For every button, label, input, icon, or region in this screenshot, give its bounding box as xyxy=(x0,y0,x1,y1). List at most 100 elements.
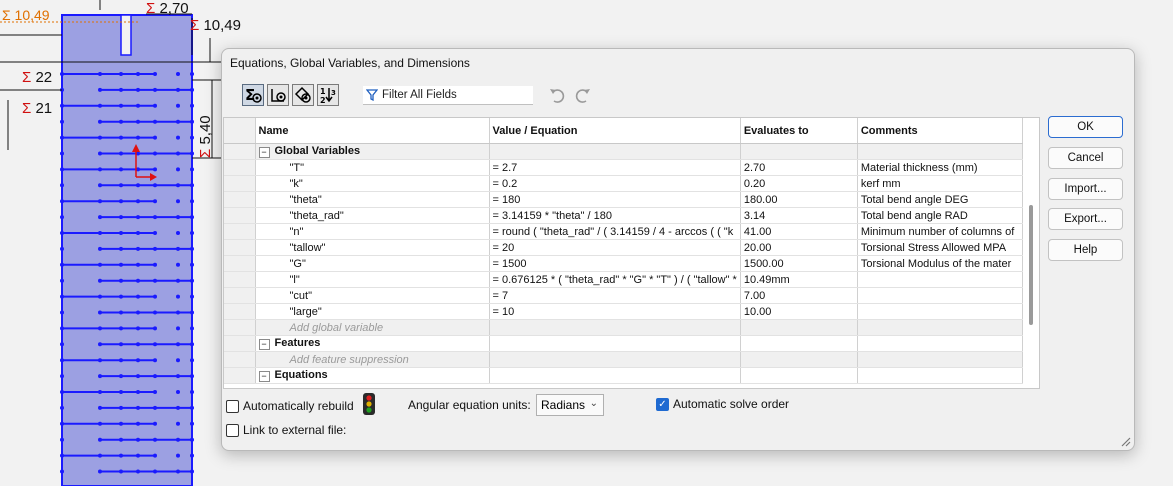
var-name[interactable]: "theta_rad" xyxy=(255,207,490,224)
table-row[interactable]: "T" = 2.7 2.70 Material thickness (mm) xyxy=(224,159,1023,176)
redo-icon[interactable] xyxy=(574,86,592,104)
cad-node xyxy=(98,358,102,363)
cad-node xyxy=(190,183,194,188)
auto-solve-checkbox[interactable]: ✓ Automatic solve order xyxy=(656,397,789,411)
equations-table[interactable]: Name Value / Equation Evaluates to Comme… xyxy=(223,117,1040,389)
row-selector[interactable] xyxy=(224,271,256,288)
cad-node xyxy=(153,310,157,315)
group-features[interactable]: − Features xyxy=(224,335,1023,352)
var-equation[interactable]: = 0.2 xyxy=(489,175,741,192)
table-row[interactable]: "n" = round ( "theta_rad" / ( 3.14159 / 4… xyxy=(224,223,1023,240)
cad-node xyxy=(176,87,180,92)
export-button[interactable]: Export... xyxy=(1048,208,1123,230)
cad-node xyxy=(190,119,194,124)
cad-node xyxy=(136,278,140,283)
scrollbar[interactable] xyxy=(1029,205,1033,325)
var-equation[interactable]: = 20 xyxy=(489,239,741,256)
add-global-variable[interactable]: Add global variable xyxy=(255,319,490,336)
var-equation[interactable]: = round ( "theta_rad" / ( 3.14159 / 4 - … xyxy=(489,223,741,240)
cancel-button[interactable]: Cancel xyxy=(1048,147,1123,169)
row-selector[interactable] xyxy=(224,191,256,208)
var-comment[interactable]: Torsional Stress Allowed MPA xyxy=(857,239,1023,256)
cad-node xyxy=(98,183,102,188)
sketch-equation-view-icon xyxy=(271,89,286,102)
cad-node xyxy=(119,358,123,363)
filter-field[interactable]: Filter All Fields xyxy=(363,86,533,105)
checkbox-box[interactable] xyxy=(226,423,239,437)
var-comment[interactable]: Total bend angle DEG xyxy=(857,191,1023,208)
traffic-light-icon[interactable] xyxy=(360,392,378,416)
col-comments[interactable]: Comments xyxy=(857,118,1023,144)
table-row[interactable]: "theta_rad" = 3.14159 * "theta" / 180 3.14… xyxy=(224,207,1023,224)
row-selector[interactable] xyxy=(224,175,256,192)
var-equation[interactable]: = 180 xyxy=(489,191,741,208)
var-name[interactable]: "cut" xyxy=(255,287,490,304)
dialog-title: Equations, Global Variables, and Dimensi… xyxy=(230,56,470,70)
var-comment[interactable] xyxy=(857,303,1023,320)
table-row[interactable]: "cut" = 7 7.00 xyxy=(224,287,1023,304)
cad-node xyxy=(60,262,64,267)
link-external-checkbox[interactable]: Link to external file: xyxy=(226,423,346,437)
undo-icon[interactable] xyxy=(548,86,566,104)
var-equation[interactable]: = 0.676125 * ( "theta_rad" * "G" * "T" )… xyxy=(489,271,741,288)
table-row[interactable]: "k" = 0.2 0.20 kerf mm xyxy=(224,175,1023,192)
table-row[interactable]: "theta" = 180 180.00 Total bend angle DEG xyxy=(224,191,1023,208)
add-feature-suppression[interactable]: Add feature suppression xyxy=(255,351,490,368)
var-name[interactable]: "large" xyxy=(255,303,490,320)
import-button[interactable]: Import... xyxy=(1048,178,1123,200)
row-selector[interactable] xyxy=(224,223,256,240)
var-comment[interactable]: kerf mm xyxy=(857,175,1023,192)
var-equation[interactable]: = 2.7 xyxy=(489,159,741,176)
row-selector[interactable] xyxy=(224,159,256,176)
var-equation[interactable]: = 10 xyxy=(489,303,741,320)
ok-button[interactable]: OK xyxy=(1048,116,1123,138)
var-comment[interactable]: Torsional Modulus of the mater xyxy=(857,255,1023,272)
col-value-equation[interactable]: Value / Equation xyxy=(489,118,741,144)
group-global-variables[interactable]: − Global Variables xyxy=(224,143,1023,160)
cad-node xyxy=(153,390,157,394)
row-selector[interactable] xyxy=(224,207,256,224)
equation-view-button[interactable]: Σ xyxy=(242,84,264,106)
sketch-equation-view-button[interactable] xyxy=(267,84,289,106)
var-comment[interactable]: Minimum number of columns of xyxy=(857,223,1023,240)
var-equation[interactable]: = 1500 xyxy=(489,255,741,272)
var-name[interactable]: "G" xyxy=(255,255,490,272)
resize-grip-icon[interactable] xyxy=(1119,435,1131,447)
var-name[interactable]: "theta" xyxy=(255,191,490,208)
row-selector[interactable] xyxy=(224,239,256,256)
angular-units-select[interactable]: Radians ⌄ xyxy=(536,394,604,416)
add-feature-row[interactable]: Add feature suppression xyxy=(224,351,1023,368)
checkbox-checked[interactable]: ✓ xyxy=(656,397,669,411)
help-button[interactable]: Help xyxy=(1048,239,1123,261)
ordered-view-button[interactable]: 123 xyxy=(317,84,339,106)
row-selector[interactable] xyxy=(224,255,256,272)
add-global-row[interactable]: Add global variable xyxy=(224,319,1023,336)
col-name[interactable]: Name xyxy=(255,118,490,144)
dimension-view-button[interactable] xyxy=(292,84,314,106)
row-selector[interactable] xyxy=(224,287,256,304)
row-selector[interactable] xyxy=(224,303,256,320)
var-name[interactable]: "k" xyxy=(255,175,490,192)
collapse-icon[interactable]: − xyxy=(258,371,270,382)
group-equations[interactable]: − Equations xyxy=(224,367,1023,384)
var-name[interactable]: "n" xyxy=(255,223,490,240)
table-row[interactable]: "large" = 10 10.00 xyxy=(224,303,1023,320)
table-row[interactable]: "G" = 1500 1500.00 Torsional Modulus of the… xyxy=(224,255,1023,272)
var-name[interactable]: "tallow" xyxy=(255,239,490,256)
var-name[interactable]: "T" xyxy=(255,159,490,176)
cad-node xyxy=(98,151,102,156)
collapse-icon[interactable]: − xyxy=(258,147,270,158)
var-comment[interactable]: Total bend angle RAD xyxy=(857,207,1023,224)
var-comment[interactable] xyxy=(857,271,1023,288)
checkbox-box[interactable] xyxy=(226,399,239,413)
var-name[interactable]: "l" xyxy=(255,271,490,288)
var-comment[interactable] xyxy=(857,287,1023,304)
var-comment[interactable]: Material thickness (mm) xyxy=(857,159,1023,176)
collapse-icon[interactable]: − xyxy=(258,339,270,350)
var-equation[interactable]: = 3.14159 * "theta" / 180 xyxy=(489,207,741,224)
table-row[interactable]: "l" = 0.676125 * ( "theta_rad" * "G" * "T… xyxy=(224,271,1023,288)
col-evaluates-to[interactable]: Evaluates to xyxy=(740,118,858,144)
var-equation[interactable]: = 7 xyxy=(489,287,741,304)
table-row[interactable]: "tallow" = 20 20.00 Torsional Stress Allowe… xyxy=(224,239,1023,256)
auto-rebuild-checkbox[interactable]: Automatically rebuild xyxy=(226,399,354,413)
